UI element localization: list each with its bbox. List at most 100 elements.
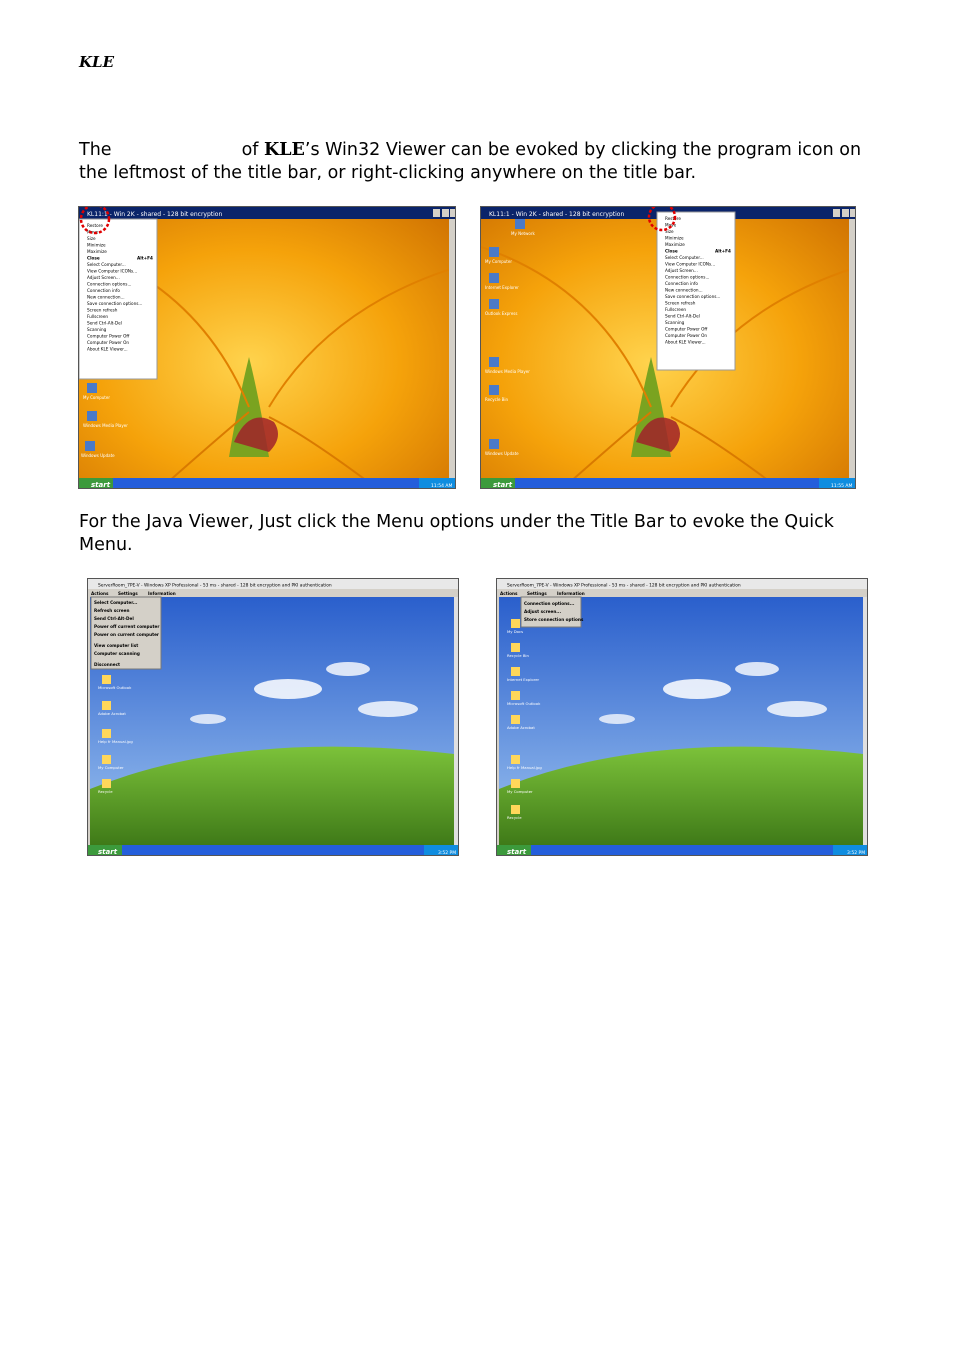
menu-item[interactable]: Power on current computer — [94, 632, 160, 637]
desktop-icon-label[interactable]: Windows Media Player — [485, 369, 530, 374]
desktop-icon-label[interactable]: Outlook Express — [485, 311, 517, 316]
desktop-icon — [511, 755, 520, 764]
desktop-icon-label[interactable]: My Computer — [507, 789, 533, 794]
menu-item[interactable]: Scanning — [87, 327, 107, 332]
menu-item[interactable]: Computer Power On — [665, 333, 707, 338]
menu-item[interactable]: Adjust Screen... — [87, 275, 120, 280]
menu-item[interactable]: Scanning — [665, 320, 685, 325]
menu-item[interactable]: View Computer ICONs... — [87, 269, 137, 274]
menu-accelerator[interactable]: Alt+F4 — [715, 249, 731, 254]
desktop-icon — [489, 247, 499, 257]
desktop-icon — [102, 729, 111, 738]
menu-item[interactable]: Select Computer... — [87, 262, 126, 267]
menu-item[interactable]: View Computer ICONs... — [665, 262, 715, 267]
menu-item[interactable]: Close — [87, 256, 100, 261]
menu-item[interactable]: Connection options... — [665, 275, 709, 280]
menu-item[interactable]: Computer Power On — [87, 340, 129, 345]
header-brand: KLE — [79, 53, 115, 71]
menu-item[interactable]: New connection... — [87, 295, 125, 300]
menu-item[interactable]: Computer Power Off — [87, 334, 129, 339]
desktop-icon-label[interactable]: My Network — [511, 231, 535, 236]
menubar-item[interactable]: Settings — [527, 591, 547, 596]
desktop-icon-label[interactable]: Recycle — [507, 815, 522, 820]
desktop-icon-label[interactable]: Windows Update — [485, 451, 519, 456]
menubar-item[interactable]: Actions — [500, 591, 518, 596]
menu-item[interactable]: Restore — [87, 223, 103, 228]
java-left-taskbar — [88, 845, 458, 855]
desktop-icon — [102, 701, 111, 710]
intro-part2: of — [241, 140, 259, 160]
desktop-icon-label[interactable]: Help fr Manual.jpg — [507, 765, 542, 770]
desktop-icon-label[interactable]: Internet Explorer — [507, 677, 540, 682]
desktop-icon — [489, 273, 499, 283]
menu-item[interactable]: Select Computer... — [94, 600, 138, 605]
menu-item[interactable]: Connection options... — [87, 282, 131, 287]
desktop-icon-label[interactable]: My Computer — [98, 765, 124, 770]
desktop-icon-label[interactable]: Adobe Acrobat — [98, 711, 126, 716]
java-right-menubar — [497, 589, 867, 597]
menu-item[interactable]: Maximize — [87, 249, 107, 254]
menu-item[interactable]: Fullscreen — [87, 314, 108, 319]
desktop-icon-label[interactable]: Recycle Bin — [485, 397, 509, 402]
menu-item[interactable]: Screen refresh — [665, 301, 696, 306]
menu-item[interactable]: Size — [87, 236, 96, 241]
java-left-start-label: start — [98, 848, 118, 856]
desktop-icon-label[interactable]: Windows Update — [81, 453, 115, 458]
menu-item[interactable]: Save connection options... — [87, 301, 142, 306]
menubar-item[interactable]: Information — [148, 591, 176, 596]
menubar-item[interactable]: Information — [557, 591, 585, 596]
menu-item[interactable]: Send Ctrl-Alt-Del — [665, 314, 700, 319]
menu-item[interactable]: Connection options... — [524, 601, 575, 606]
desktop-icon-label[interactable]: Adobe Acrobat — [507, 725, 535, 730]
menu-item[interactable]: Adjust Screen... — [665, 268, 698, 273]
menu-item[interactable]: Computer scanning — [94, 651, 140, 656]
desktop-icon-label[interactable]: Microsoft Outlook — [507, 701, 541, 706]
menu-item[interactable]: Close — [665, 249, 678, 254]
desktop-icon-label[interactable]: My Computer — [83, 395, 110, 400]
menubar-item[interactable]: Actions — [91, 591, 109, 596]
menu-item[interactable]: Send Ctrl-Alt-Del — [94, 616, 134, 621]
menu-item[interactable]: Power off current computer — [94, 624, 160, 629]
desktop-icon-label[interactable]: Microsoft Outlook — [98, 685, 132, 690]
menu-item[interactable]: New connection... — [665, 288, 703, 293]
desktop-icon-label[interactable]: My Docs — [507, 629, 523, 634]
win32-left-start-label: start — [91, 481, 111, 489]
desktop-icon — [511, 805, 520, 814]
java-right-clock: 3:52 PM — [847, 850, 865, 856]
menu-accelerator[interactable]: Alt+F4 — [137, 256, 153, 261]
menu-item[interactable]: Send Ctrl-Alt-Del — [87, 321, 122, 326]
desktop-icon-label[interactable]: Help fr Manual.jpg — [98, 739, 133, 744]
desktop-icon-label[interactable]: Windows Media Player — [83, 423, 128, 428]
menu-item[interactable]: Restore — [665, 216, 681, 221]
menu-item[interactable]: Maximize — [665, 242, 685, 247]
menu-item[interactable]: About KLE Viewer... — [665, 340, 706, 345]
desktop-icon-label[interactable]: Recycle — [98, 789, 113, 794]
menu-item[interactable]: Save connection options... — [665, 294, 720, 299]
menu-item[interactable]: View computer list — [94, 643, 138, 648]
desktop-icon — [87, 411, 97, 421]
menu-item[interactable]: Connection info — [87, 288, 120, 293]
desktop-icon — [511, 643, 520, 652]
menu-item[interactable]: Move — [87, 230, 99, 235]
desktop-icon-label[interactable]: Recycle Bin — [507, 653, 529, 658]
java-left-menubar — [88, 589, 458, 597]
menu-item[interactable]: Minimize — [665, 236, 684, 241]
menubar-item[interactable]: Settings — [118, 591, 138, 596]
desktop-icon-label[interactable]: Internet Explorer — [485, 285, 519, 290]
menu-item[interactable]: Select Computer... — [665, 255, 704, 260]
desktop-icon — [85, 441, 95, 451]
menu-item[interactable]: Screen refresh — [87, 308, 118, 313]
intro-brand: KLE — [264, 140, 305, 160]
menu-item[interactable]: Computer Power Off — [665, 327, 707, 332]
menu-item[interactable]: Minimize — [87, 243, 106, 248]
desktop-icon — [489, 299, 499, 309]
menu-item[interactable]: Fullscreen — [665, 307, 686, 312]
menu-item[interactable]: Adjust screen... — [524, 609, 561, 614]
win32-right-clock: 11:55 AM — [831, 483, 852, 489]
menu-item[interactable]: Store connection options — [524, 617, 584, 622]
menu-item[interactable]: Connection info — [665, 281, 698, 286]
menu-item[interactable]: Disconnect — [94, 662, 120, 667]
menu-item[interactable]: Refresh screen — [94, 608, 129, 613]
menu-item[interactable]: About KLE Viewer... — [87, 347, 128, 352]
desktop-icon-label[interactable]: My Computer — [485, 259, 512, 264]
